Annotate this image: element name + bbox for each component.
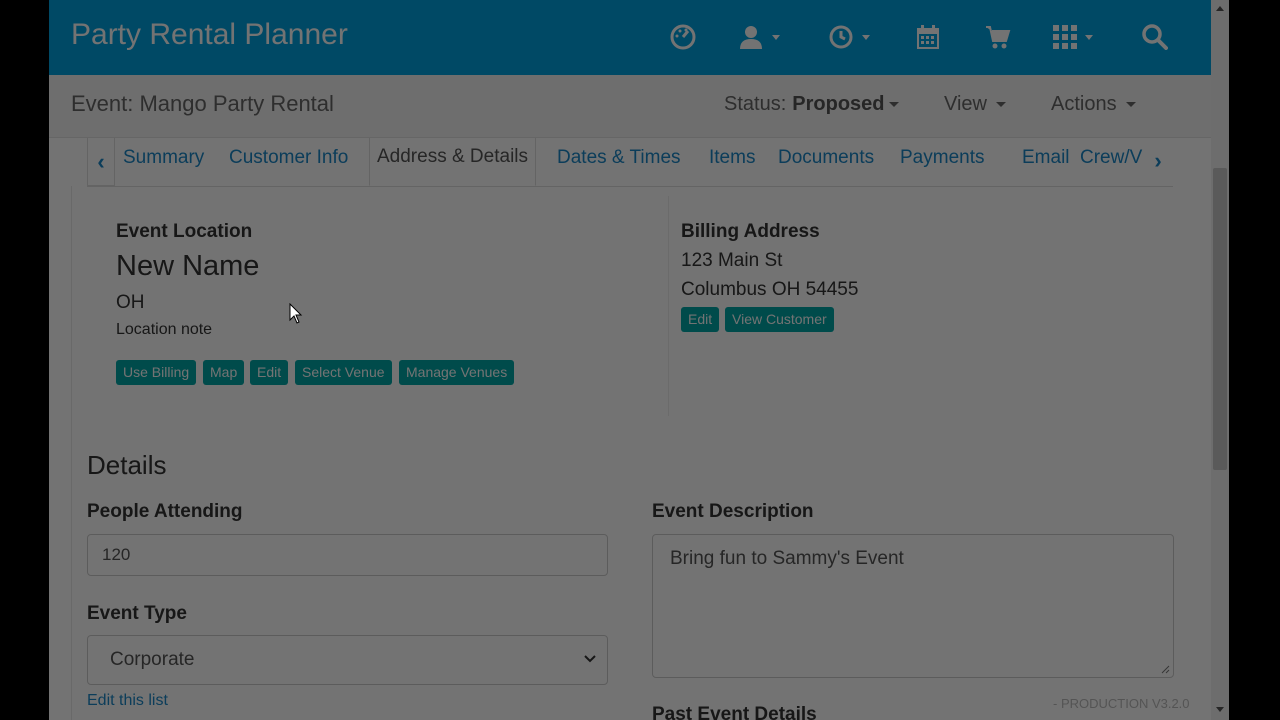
tab-payments[interactable]: Payments: [900, 147, 984, 169]
view-customer-button[interactable]: View Customer: [725, 307, 834, 332]
event-description-label: Event Description: [652, 501, 814, 522]
location-name: New Name: [116, 250, 260, 282]
dashboard-icon[interactable]: [670, 22, 696, 52]
manage-venues-button[interactable]: Manage Venues: [399, 360, 515, 385]
apps-menu[interactable]: [1053, 22, 1093, 52]
resize-handle-icon[interactable]: [1160, 664, 1170, 674]
view-dropdown[interactable]: View: [944, 93, 1006, 116]
view-label: View: [944, 93, 987, 115]
event-description-value: Bring fun to Sammy's Event: [670, 548, 904, 569]
event-title: Event: Mango Party Rental: [71, 91, 334, 116]
tab-items[interactable]: Items: [709, 147, 755, 169]
chevron-right-icon: ›: [1154, 148, 1162, 173]
event-location-heading: Event Location: [116, 221, 253, 242]
calendar-icon[interactable]: [916, 22, 940, 52]
tab-scroll-right-button[interactable]: ›: [1145, 138, 1171, 184]
column-divider: [668, 196, 669, 416]
tab-address-details[interactable]: Address & Details: [369, 138, 537, 186]
chevron-down-icon: [584, 655, 596, 663]
past-event-details-label: Past Event Details: [652, 704, 817, 720]
people-attending-input[interactable]: 120: [87, 534, 608, 576]
edit-location-button[interactable]: Edit: [250, 360, 289, 385]
user-icon: [740, 26, 762, 49]
user-menu[interactable]: [738, 22, 780, 52]
event-type-select[interactable]: Corporate: [87, 635, 608, 685]
tab-customer-info[interactable]: Customer Info: [229, 147, 348, 169]
edit-this-list-link[interactable]: Edit this list: [87, 692, 168, 710]
event-type-label: Event Type: [87, 603, 187, 624]
chevron-down-icon: [862, 34, 870, 40]
history-menu[interactable]: [828, 22, 870, 52]
page-scrollbar[interactable]: [1211, 0, 1229, 720]
tab-documents[interactable]: Documents: [778, 147, 874, 169]
tab-scroll-left-button[interactable]: ‹: [87, 138, 115, 186]
actions-dropdown[interactable]: Actions: [1051, 93, 1136, 116]
tab-summary[interactable]: Summary: [123, 147, 204, 169]
details-heading: Details: [87, 450, 167, 480]
chevron-down-icon: [772, 34, 780, 40]
chevron-down-icon: [1085, 34, 1093, 40]
scroll-up-arrow-icon[interactable]: [1216, 6, 1224, 11]
status-label: Status:: [724, 93, 787, 115]
location-state: OH: [116, 292, 145, 313]
event-description-textarea[interactable]: Bring fun to Sammy's Event: [652, 534, 1174, 678]
brand-title[interactable]: Party Rental Planner: [71, 18, 348, 52]
scrollbar-thumb[interactable]: [1213, 168, 1227, 470]
edit-billing-button[interactable]: Edit: [681, 307, 720, 332]
billing-address-heading: Billing Address: [681, 221, 820, 242]
top-navbar: Party Rental Planner: [49, 0, 1211, 75]
use-billing-button[interactable]: Use Billing: [116, 360, 197, 385]
billing-line-1: 123 Main St: [681, 250, 783, 271]
status-dropdown[interactable]: Status: Proposed: [724, 93, 899, 116]
event-header: Event: Mango Party Rental Status: Propos…: [49, 75, 1211, 138]
scroll-down-arrow-icon[interactable]: [1216, 707, 1224, 712]
cart-icon[interactable]: [985, 22, 1011, 52]
search-icon[interactable]: [1142, 22, 1168, 52]
app-window: Party Rental Planner Event: Mango Party …: [49, 0, 1211, 720]
mouse-cursor-icon: [289, 303, 303, 324]
actions-label: Actions: [1051, 93, 1117, 115]
chevron-down-icon: [1125, 102, 1136, 107]
chevron-left-icon: ‹: [97, 148, 105, 174]
people-attending-label: People Attending: [87, 501, 243, 522]
status-value: Proposed: [792, 93, 885, 115]
event-tabs: ‹ Summary Customer Info Address & Detail…: [87, 138, 1173, 187]
map-button[interactable]: Map: [203, 360, 245, 385]
version-watermark: - PRODUCTION V3.2.0: [1053, 696, 1190, 711]
chevron-down-icon: [888, 102, 899, 107]
tab-email[interactable]: Email: [1022, 147, 1070, 169]
chevron-down-icon: [996, 102, 1006, 107]
billing-line-2: Columbus OH 54455: [681, 279, 859, 300]
address-details-panel: Event Location New Name OH Location note…: [71, 186, 1174, 720]
select-venue-button[interactable]: Select Venue: [295, 360, 392, 385]
tab-dates-times[interactable]: Dates & Times: [557, 147, 681, 169]
event-type-value: Corporate: [110, 649, 195, 670]
location-note: Location note: [116, 321, 213, 338]
clock-icon: [829, 25, 853, 49]
apps-grid-icon: [1053, 25, 1077, 49]
tab-crew[interactable]: Crew/V: [1080, 147, 1146, 169]
